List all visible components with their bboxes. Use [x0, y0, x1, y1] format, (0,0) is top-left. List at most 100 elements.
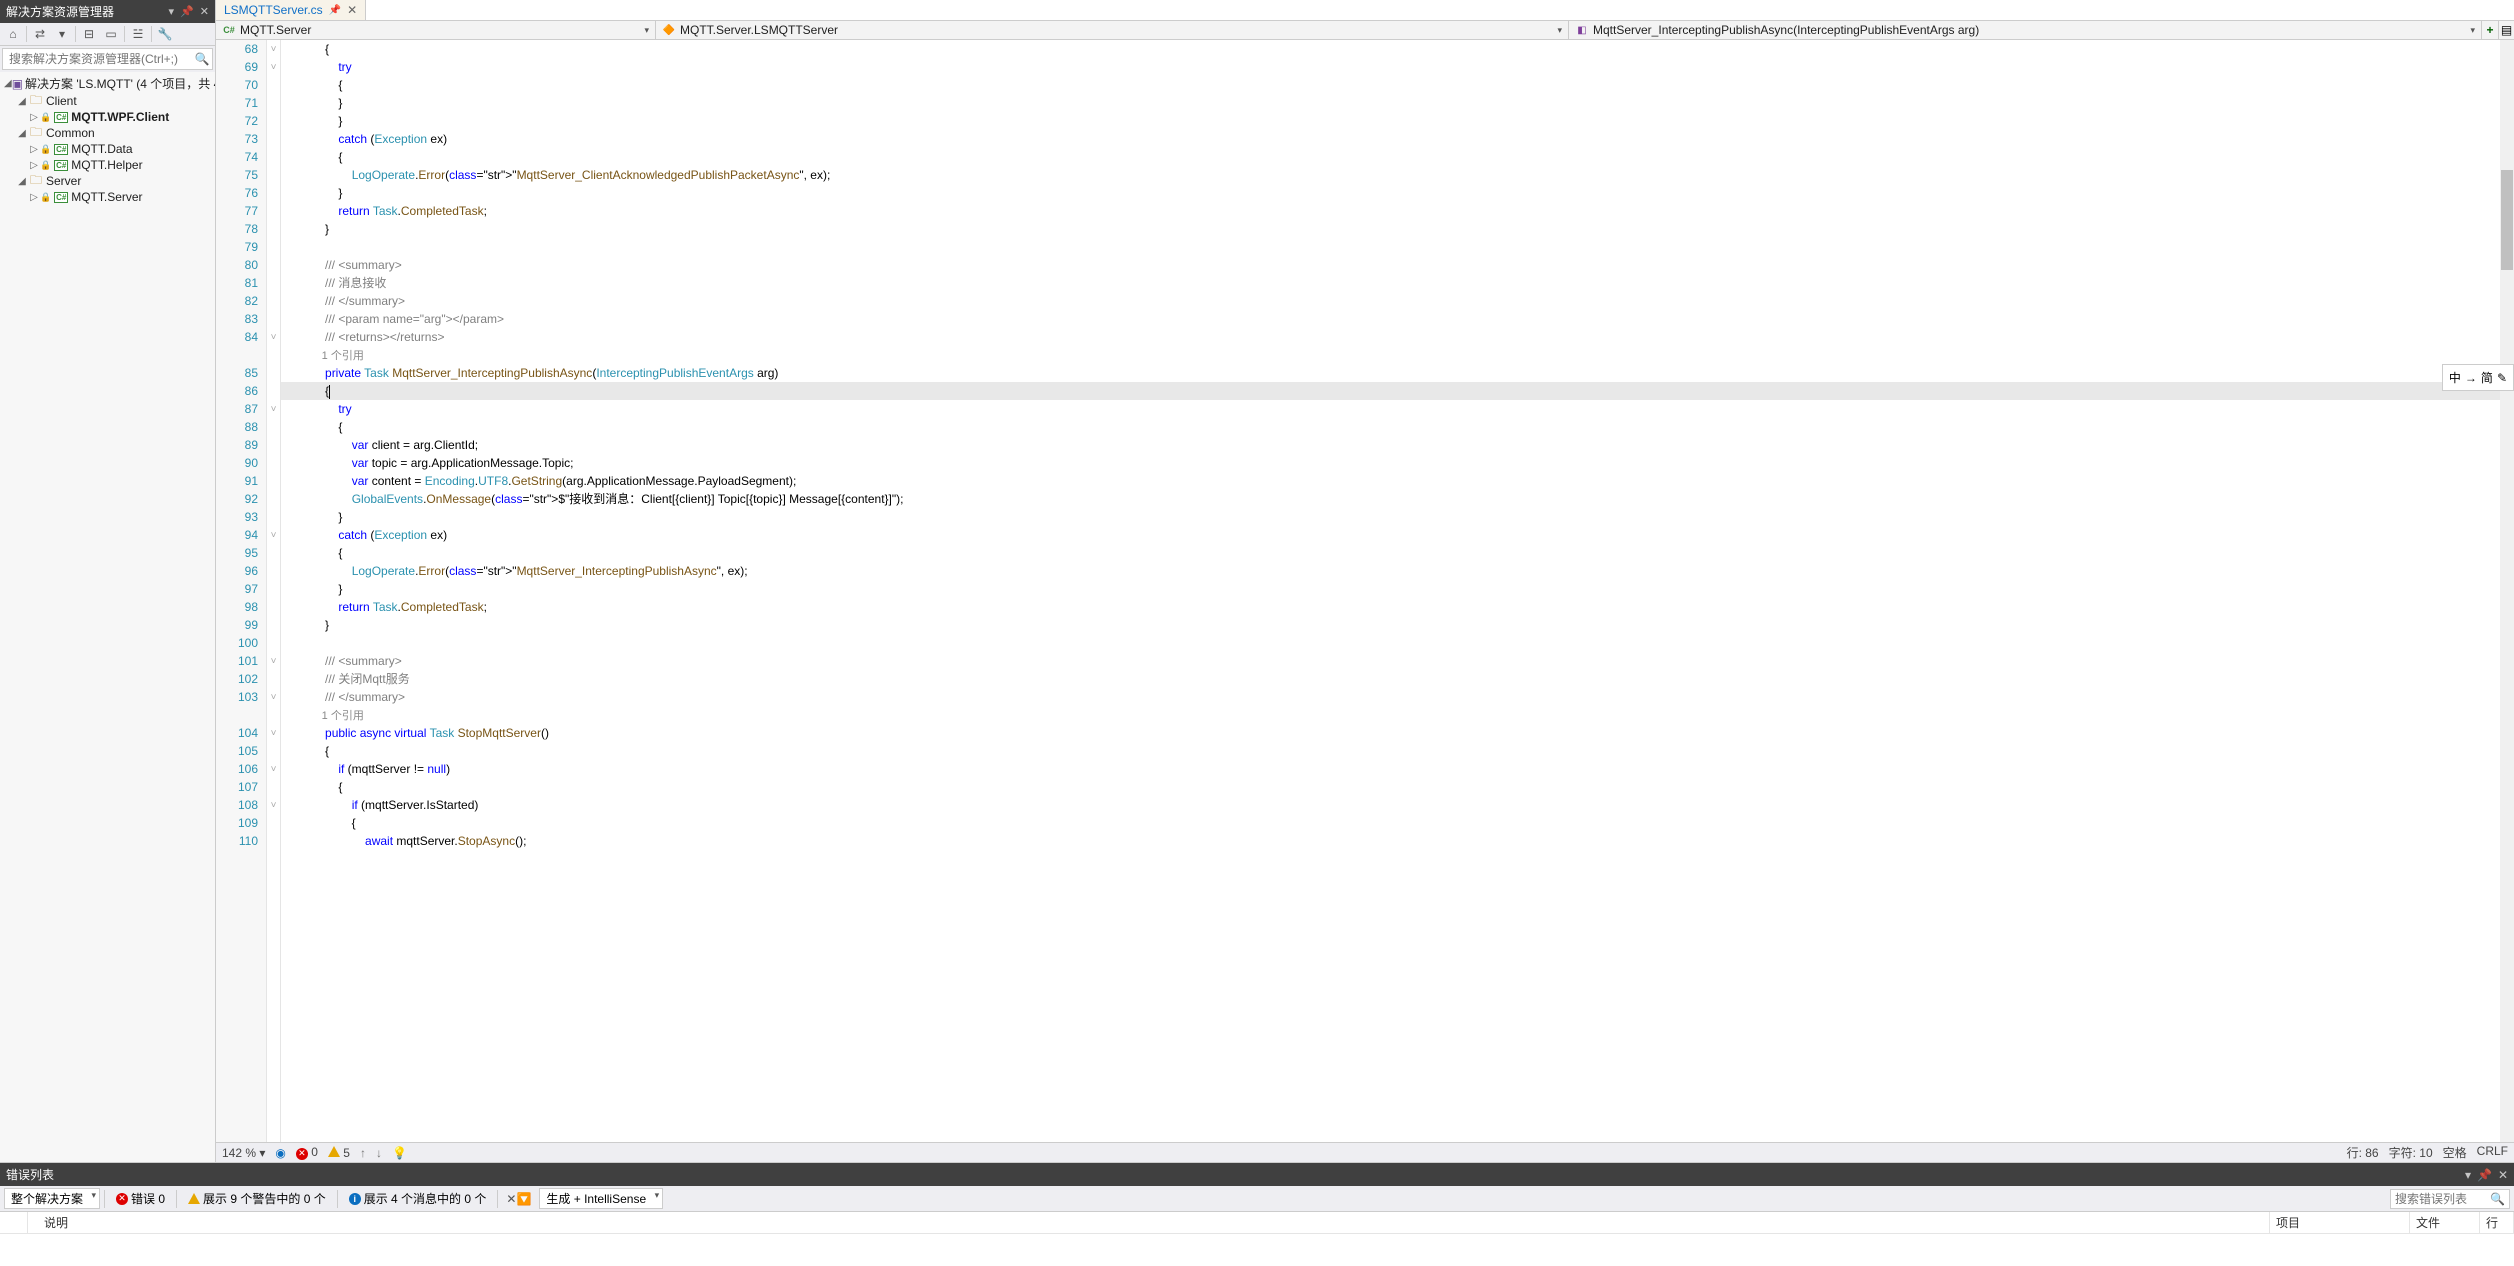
solution-node[interactable]: 解决方案 'LS.MQTT' (4 个项目，共 4 个): [25, 75, 215, 92]
build-scope-dropdown[interactable]: 生成 + IntelliSense: [539, 1188, 663, 1209]
dropdown-icon[interactable]: ▾: [169, 5, 175, 18]
cursor-line: 行: 86: [2347, 1144, 2379, 1161]
file-tab-label: LSMQTTServer.cs: [224, 3, 323, 17]
collapse-icon[interactable]: ⊟: [80, 25, 98, 43]
solution-explorer-title-bar: 解决方案资源管理器 ▾ 📌 ✕: [0, 0, 215, 23]
line-ending[interactable]: CRLF: [2477, 1144, 2508, 1161]
error-list-body[interactable]: [0, 1234, 2514, 1266]
zoom-dropdown[interactable]: 142 % ▾: [222, 1146, 265, 1160]
chevron-right-icon[interactable]: ▷: [28, 112, 40, 123]
close-icon[interactable]: ✕: [347, 3, 357, 17]
csharp-icon: [53, 110, 69, 124]
properties-icon[interactable]: ☱: [129, 25, 147, 43]
ime-mode: 简: [2481, 369, 2493, 386]
solution-explorer-panel: 解决方案资源管理器 ▾ 📌 ✕ ⌂ ⇄ ▾ ⊟ ▭ ☱ 🔧: [0, 0, 216, 1162]
project-helper[interactable]: MQTT.Helper: [71, 158, 211, 172]
nav-project-label: MQTT.Server: [240, 23, 644, 37]
chevron-down-icon: ▾: [2470, 25, 2475, 36]
error-list-toolbar: 整个解决方案 ✕ 错误 0 展示 9 个警告中的 0 个 i 展示 4 个消息中…: [0, 1186, 2514, 1212]
error-list-title-bar: 错误列表 ▾ 📌 ✕: [0, 1163, 2514, 1186]
chevron-right-icon[interactable]: ▷: [28, 144, 40, 155]
error-search[interactable]: 🔍: [2390, 1189, 2510, 1209]
col-description[interactable]: 说明: [28, 1212, 2270, 1233]
project-data[interactable]: MQTT.Data: [71, 142, 211, 156]
folder-client[interactable]: Client: [46, 94, 211, 108]
scope-dropdown[interactable]: 整个解决方案: [4, 1188, 100, 1209]
navigation-bar: C# MQTT.Server ▾ 🔶 MQTT.Server.LSMQTTSer…: [216, 21, 2514, 40]
pin-icon[interactable]: 📌: [2477, 1168, 2492, 1182]
folder-common[interactable]: Common: [46, 126, 211, 140]
nav-up-icon[interactable]: ↑: [360, 1146, 366, 1160]
col-icon[interactable]: [0, 1212, 28, 1233]
col-line[interactable]: 行: [2480, 1212, 2514, 1233]
ime-arrow: →: [2465, 371, 2477, 385]
split-icon[interactable]: ▤: [2498, 21, 2514, 39]
solution-explorer-search[interactable]: 🔍: [2, 48, 213, 70]
chevron-right-icon[interactable]: ▷: [28, 192, 40, 203]
csharp-icon: C#: [222, 23, 236, 37]
folder-icon: 🗀: [28, 94, 44, 108]
line-number-gutter: 6869707172737475767778798081828384858687…: [216, 40, 267, 1142]
messages-filter-button[interactable]: i 展示 4 个消息中的 0 个: [342, 1188, 494, 1209]
error-count[interactable]: ✕ 0: [296, 1145, 318, 1160]
add-button[interactable]: +: [2482, 21, 2498, 39]
solution-explorer-toolbar: ⌂ ⇄ ▾ ⊟ ▭ ☱ 🔧: [0, 23, 215, 46]
wrench-icon[interactable]: 🔧: [156, 25, 174, 43]
code-editor[interactable]: 6869707172737475767778798081828384858687…: [216, 40, 2514, 1142]
search-icon[interactable]: 🔍: [2486, 1192, 2509, 1206]
home-icon[interactable]: ⌂: [4, 25, 22, 43]
no-issues-icon[interactable]: ◉: [275, 1146, 285, 1160]
close-icon[interactable]: ✕: [200, 5, 209, 18]
lock-icon: 🔒: [40, 112, 51, 123]
error-search-input[interactable]: [2391, 1190, 2486, 1208]
close-icon[interactable]: ✕: [2498, 1168, 2508, 1182]
csharp-icon: [53, 142, 69, 156]
editor-panel: LSMQTTServer.cs 📌 ✕ C# MQTT.Server ▾ 🔶 M…: [216, 0, 2514, 1162]
file-tab-bar: LSMQTTServer.cs 📌 ✕: [216, 0, 2514, 21]
search-icon[interactable]: 🔍: [192, 49, 212, 69]
error-list-panel: 错误列表 ▾ 📌 ✕ 整个解决方案 ✕ 错误 0 展示 9 个警告中的 0 个 …: [0, 1162, 2514, 1266]
solution-search-input[interactable]: [3, 49, 192, 69]
col-project[interactable]: 项目: [2270, 1212, 2410, 1233]
chevron-down-icon[interactable]: ◢: [4, 78, 12, 89]
ime-indicator[interactable]: 中 → 简 ✎: [2442, 364, 2514, 391]
chevron-down-icon[interactable]: ◢: [16, 128, 28, 139]
scrollbar-thumb[interactable]: [2501, 170, 2513, 270]
code-content[interactable]: { try { } } catch (Exception ex) { LogOp…: [281, 40, 2514, 1142]
lightbulb-icon[interactable]: 💡: [392, 1146, 407, 1160]
switch-views-icon[interactable]: ⇄: [31, 25, 49, 43]
dropdown-icon[interactable]: ▾: [2465, 1168, 2471, 1182]
dropdown-icon[interactable]: ▾: [53, 25, 71, 43]
project-wpf-client[interactable]: MQTT.WPF.Client: [71, 110, 211, 124]
chevron-down-icon[interactable]: ◢: [16, 176, 28, 187]
pin-icon[interactable]: 📌: [180, 5, 194, 18]
nav-class-dropdown[interactable]: 🔶 MQTT.Server.LSMQTTServer ▾: [656, 21, 1569, 39]
folder-icon: 🗀: [28, 126, 44, 140]
col-file[interactable]: 文件: [2410, 1212, 2480, 1233]
cursor-char: 字符: 10: [2389, 1144, 2433, 1161]
errors-filter-button[interactable]: ✕ 错误 0: [109, 1188, 172, 1209]
chevron-down-icon[interactable]: ◢: [16, 96, 28, 107]
file-tab[interactable]: LSMQTTServer.cs 📌 ✕: [216, 0, 366, 20]
nav-member-dropdown[interactable]: ◧ MqttServer_InterceptingPublishAsync(In…: [1569, 21, 2482, 39]
folder-server[interactable]: Server: [46, 174, 211, 188]
warning-count[interactable]: 5: [328, 1146, 350, 1160]
lock-icon: 🔒: [40, 144, 51, 155]
indent-mode[interactable]: 空格: [2443, 1144, 2467, 1161]
class-icon: 🔶: [662, 23, 676, 37]
fold-gutter[interactable]: ˅˅˅˅˅˅˅˅˅˅: [267, 40, 281, 1142]
lock-icon: 🔒: [40, 192, 51, 203]
clear-filter-icon[interactable]: ✕🔽: [502, 1192, 535, 1206]
chevron-right-icon[interactable]: ▷: [28, 160, 40, 171]
vertical-scrollbar[interactable]: [2500, 40, 2514, 1142]
pin-icon[interactable]: 📌: [329, 5, 341, 16]
ime-icon: ✎: [2497, 371, 2507, 385]
show-all-icon[interactable]: ▭: [102, 25, 120, 43]
solution-tree[interactable]: ◢ ▣ 解决方案 'LS.MQTT' (4 个项目，共 4 个) ◢ 🗀 Cli…: [0, 72, 215, 1162]
project-server[interactable]: MQTT.Server: [71, 190, 211, 204]
editor-status-bar: 142 % ▾ ◉ ✕ 0 5 ↑ ↓ 💡 行: 86 字符: 10 空格 CR…: [216, 1142, 2514, 1162]
solution-icon: ▣: [12, 77, 23, 91]
warnings-filter-button[interactable]: 展示 9 个警告中的 0 个: [181, 1188, 333, 1209]
nav-down-icon[interactable]: ↓: [376, 1146, 382, 1160]
nav-project-dropdown[interactable]: C# MQTT.Server ▾: [216, 21, 656, 39]
